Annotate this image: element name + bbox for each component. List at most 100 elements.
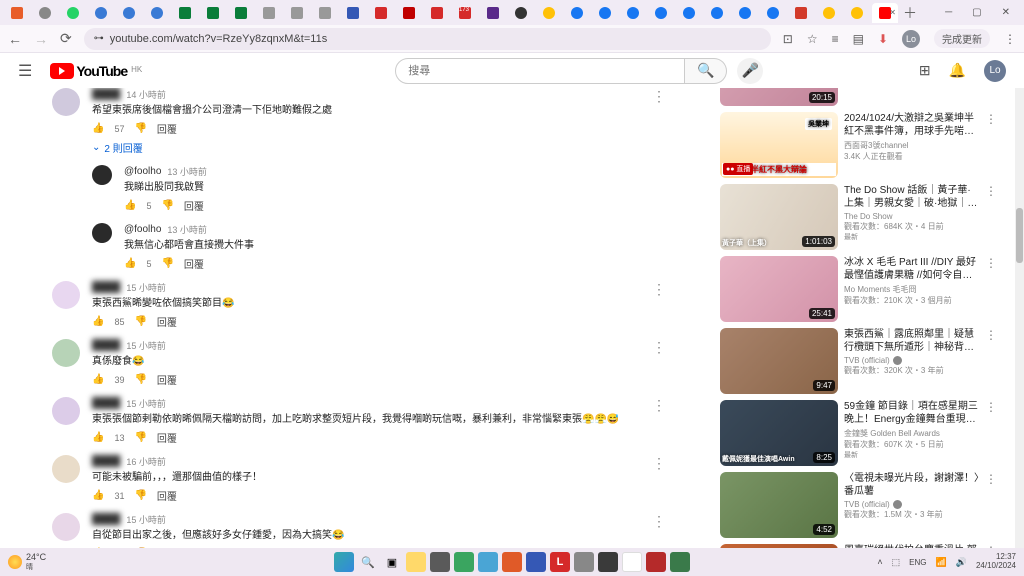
taskbar-app[interactable] [430,552,450,572]
page-scrollbar[interactable] [1015,88,1024,548]
youtube-logo[interactable]: YouTube HK [50,63,142,79]
like-icon[interactable]: 👍 [92,316,104,327]
browser-tab[interactable] [620,3,646,23]
reply-button[interactable]: 回覆 [157,121,177,136]
video-menu-icon[interactable]: ⋮ [985,472,997,538]
video-thumbnail[interactable]: 20:15 [720,88,838,106]
recommended-video[interactable]: 25:41 冰冰 X 毛毛 Part III //DIY 最好最慳值護膚果糖 /… [720,256,997,322]
task-view-icon[interactable]: ▣ [382,552,402,572]
taskbar-app[interactable] [646,552,666,572]
tray-volume-icon[interactable]: 🔊 [956,557,967,568]
comment-menu-icon[interactable]: ⋮ [648,397,670,445]
recommended-video[interactable]: 20:15 … 觀看次數：456K 次・9 日前 ⋮ [720,88,997,106]
chrome-menu-icon[interactable]: ⋮ [1004,32,1016,46]
browser-tab[interactable] [676,3,702,23]
browser-tab[interactable] [844,3,870,23]
browser-tab[interactable] [396,3,422,23]
video-channel[interactable]: 西面哥3號channel [844,140,979,151]
video-menu-icon[interactable]: ⋮ [985,256,997,322]
video-menu-icon[interactable]: ⋮ [985,88,997,106]
comment-menu-icon[interactable]: ⋮ [648,88,670,155]
browser-tab[interactable] [564,3,590,23]
like-icon[interactable]: 👍 [92,490,104,501]
video-thumbnail[interactable]: 戴佩妮獲最佳演唱Awin 8:25 [720,400,838,466]
browser-tab[interactable] [340,3,366,23]
comment-avatar[interactable] [52,339,80,367]
back-icon[interactable]: ← [8,31,22,47]
comment-avatar[interactable] [52,281,80,309]
browser-tab[interactable] [32,3,58,23]
taskbar-app[interactable] [598,552,618,572]
comment-avatar[interactable] [52,513,80,541]
recommended-video[interactable]: 黃子華（上集） 1:01:03 The Do Show 話飯｜黃子華·上集｜男親… [720,184,997,250]
dislike-icon[interactable]: 👎 [134,123,146,134]
taskbar-app[interactable] [622,552,642,572]
browser-tab[interactable] [648,3,674,23]
video-thumbnail[interactable]: 4:52 [720,472,838,538]
reply-button[interactable]: 回覆 [157,314,177,329]
browser-tab[interactable] [200,3,226,23]
video-channel[interactable]: TVB (official) [844,356,979,365]
search-taskbar-icon[interactable]: 🔍 [358,552,378,572]
comment-avatar[interactable] [52,88,80,116]
comment-avatar[interactable] [52,455,80,483]
search-input[interactable] [395,58,685,84]
taskbar-app[interactable] [478,552,498,572]
dislike-icon[interactable]: 👎 [134,316,146,327]
like-icon[interactable]: 👍 [92,123,104,134]
browser-tab[interactable] [88,3,114,23]
update-button[interactable]: 完成更新 [934,29,990,48]
reply-button[interactable]: 回覆 [157,488,177,503]
dislike-icon[interactable]: 👎 [161,200,173,211]
like-icon[interactable]: 👍 [92,374,104,385]
taskbar-app[interactable] [502,552,522,572]
dislike-icon[interactable]: 👎 [134,432,146,443]
browser-tab[interactable] [424,3,450,23]
scrollbar-thumb[interactable] [1016,208,1023,263]
reply-button[interactable]: 回覆 [184,198,204,213]
browser-tab[interactable] [816,3,842,23]
tray-clock[interactable]: 12:37 24/10/2024 [976,553,1016,571]
tray-language[interactable]: ENG [909,558,926,567]
reader-icon[interactable]: ▤ [853,32,864,46]
browser-tab[interactable] [536,3,562,23]
browser-tab[interactable] [760,3,786,23]
video-thumbnail[interactable]: 黃子華（上集） 1:01:03 [720,184,838,250]
video-channel[interactable]: The Do Show [844,212,979,221]
like-icon[interactable]: 👍 [92,432,104,443]
browser-tab[interactable] [116,3,142,23]
site-info-icon[interactable]: ⊶ [94,33,104,44]
video-thumbnail[interactable]: 半紅不黑大辯論吳業坤 ●● 直播 [720,112,838,178]
video-menu-icon[interactable]: ⋮ [985,328,997,394]
video-channel[interactable]: Mo Moments 毛毛冏 [844,284,979,295]
comment-menu-icon[interactable]: ⋮ [648,455,670,503]
comment-menu-icon[interactable]: ⋮ [648,281,670,329]
tray-wifi-icon[interactable]: 📶 [936,557,947,568]
reply-button[interactable]: 回覆 [184,256,204,271]
browser-tab[interactable] [228,3,254,23]
new-tab-button[interactable]: ＋ [900,3,920,23]
comment-author[interactable]: ████ [92,340,120,351]
replies-toggle[interactable]: ⌄ 2 則回覆 [92,140,636,155]
extensions-icon[interactable]: ≡ [832,32,839,46]
browser-tab[interactable] [732,3,758,23]
profile-avatar[interactable]: Lo [902,30,920,48]
browser-tab[interactable] [284,3,310,23]
taskbar-app[interactable] [670,552,690,572]
taskbar-app[interactable] [574,552,594,572]
install-app-icon[interactable]: ⊡ [783,32,793,46]
taskbar-app[interactable] [454,552,474,572]
comment-author[interactable]: ████ [92,398,120,409]
reply-button[interactable]: 回覆 [157,430,177,445]
browser-tab[interactable] [368,3,394,23]
tray-icon[interactable]: ⬚ [892,557,901,568]
comment-menu-icon[interactable]: ⋮ [648,339,670,387]
recommended-video[interactable]: 半紅不黑大辯論吳業坤 ●● 直播 2024/1024/大激辯之吳業坤半紅不黑事件… [720,112,997,178]
download-icon[interactable]: ⬇ [878,32,888,46]
comment-menu-icon[interactable]: ⋮ [648,513,670,548]
browser-tab[interactable] [788,3,814,23]
bookmark-icon[interactable]: ☆ [807,32,818,46]
hamburger-icon[interactable]: ☰ [18,61,32,81]
comment-avatar[interactable] [92,165,112,185]
tray-chevron-icon[interactable]: ˄ [877,557,882,567]
